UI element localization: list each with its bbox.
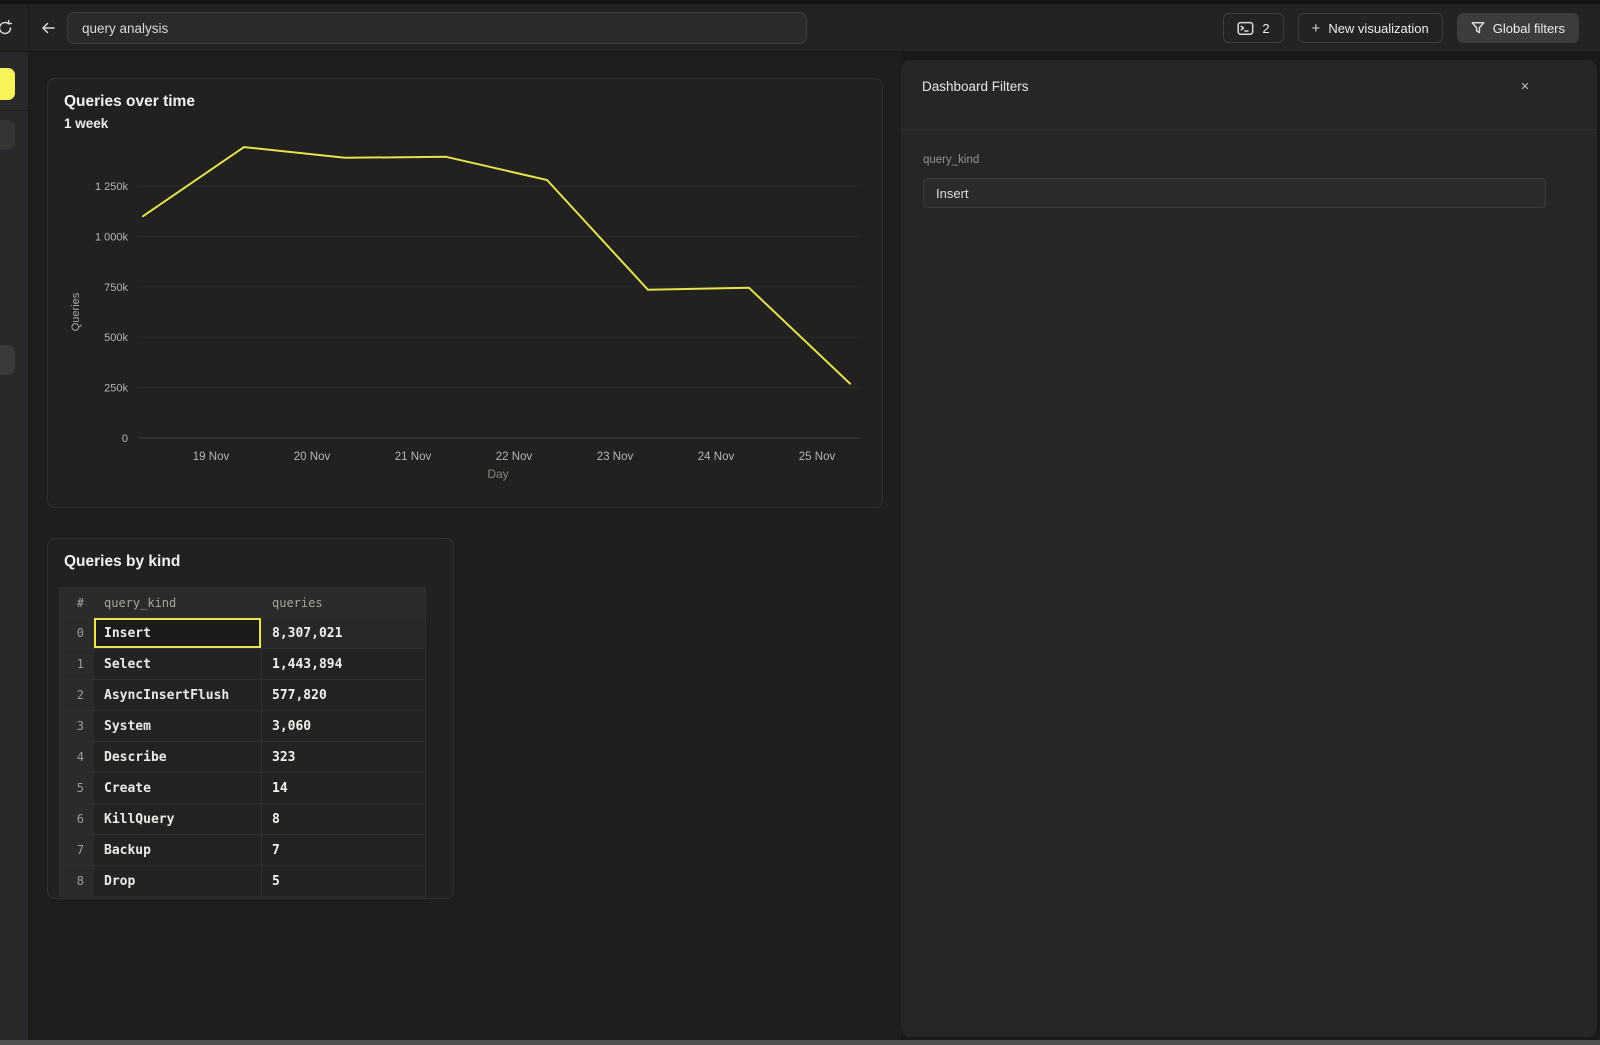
refresh-icon[interactable] (0, 19, 14, 37)
funnel-icon (1471, 21, 1485, 35)
table-row: 3System3,060 (60, 711, 426, 742)
query-kind-cell[interactable]: KillQuery (94, 804, 262, 835)
queries-value-cell: 8,307,021 (262, 618, 426, 649)
row-index-cell: 6 (60, 804, 94, 835)
top-bar: 2 + New visualization Global filters (0, 4, 1600, 52)
queries-value-cell: 8 (262, 804, 426, 835)
row-index-cell: 2 (60, 680, 94, 711)
queries-value-cell: 1,443,894 (262, 649, 426, 680)
row-index-cell: 0 (60, 618, 94, 649)
header-actions: 2 + New visualization Global filters (1223, 13, 1579, 43)
y-axis-title: Queries (70, 292, 82, 331)
row-index-cell: 7 (60, 835, 94, 866)
queries-table: #query_kindqueries 0Insert8,307,0211Sele… (59, 587, 426, 897)
table-row: 2AsyncInsertFlush577,820 (60, 680, 426, 711)
queries-value-cell: 7 (262, 835, 426, 866)
query-kind-cell[interactable]: Describe (94, 742, 262, 773)
queries-chart[interactable]: 0 250k 500k 750k 1 000k 1 250k 19 Nov 20 Nov 21 … (48, 79, 882, 507)
x-axis-title: Day (487, 467, 508, 481)
table-row: 8Drop5 (60, 866, 426, 897)
dashboard-filters-panel: Dashboard Filters ✕ query_kind (901, 60, 1597, 1037)
y-tick-label: 750k (104, 282, 128, 294)
query-kind-cell[interactable]: Backup (94, 835, 262, 866)
table-row: 1Select1,443,894 (60, 649, 426, 680)
table-title: Queries by kind (64, 553, 180, 571)
window-bottom-edge (0, 1040, 1600, 1045)
y-tick-label: 250k (104, 383, 128, 395)
query-kind-cell[interactable]: Create (94, 773, 262, 804)
table-row: 7Backup7 (60, 835, 426, 866)
terminal-icon (1237, 21, 1254, 36)
filter-field-label: query_kind (923, 154, 979, 166)
sidebar-item[interactable] (0, 345, 15, 375)
dashboard-title-input[interactable] (67, 12, 807, 44)
close-icon[interactable]: ✕ (1515, 76, 1535, 96)
global-filters-button[interactable]: Global filters (1457, 13, 1579, 43)
query-kind-cell[interactable]: Drop (94, 866, 262, 897)
queries-value-cell: 323 (262, 742, 426, 773)
y-tick-label: 1 250k (95, 181, 129, 193)
sidebar-item[interactable] (0, 120, 15, 150)
y-tick-label: 1 000k (95, 231, 129, 243)
row-index-cell: 3 (60, 711, 94, 742)
column-header: query_kind (94, 588, 262, 618)
queries-value-cell: 577,820 (262, 680, 426, 711)
query-kind-cell[interactable]: System (94, 711, 262, 742)
new-visualization-label: New visualization (1328, 21, 1428, 36)
column-header: # (60, 588, 94, 618)
query-kind-filter-input[interactable] (923, 178, 1546, 208)
plus-icon: + (1312, 21, 1321, 36)
table-row: 4Describe323 (60, 742, 426, 773)
table-header-row: #query_kindqueries (60, 588, 426, 618)
queries-table-body: 0Insert8,307,0211Select1,443,8942AsyncIn… (60, 618, 426, 897)
x-tick-label: 23 Nov (597, 451, 634, 463)
main-content: Queries over time 1 week 0250k500k750k1 … (29, 52, 901, 1040)
new-visualization-button[interactable]: + New visualization (1298, 13, 1443, 43)
queries-value-cell: 3,060 (262, 711, 426, 742)
query-kind-cell[interactable]: Insert (94, 618, 262, 649)
panel-divider (901, 129, 1597, 130)
x-tick-label: 19 Nov (193, 451, 230, 463)
table-row: 0Insert8,307,021 (60, 618, 426, 649)
x-tick-label: 25 Nov (799, 451, 836, 463)
query-kind-cell[interactable]: AsyncInsertFlush (94, 680, 262, 711)
x-tick-label: 24 Nov (698, 451, 735, 463)
sidebar-item-active[interactable] (0, 68, 15, 100)
row-index-cell: 4 (60, 742, 94, 773)
panel-title: Dashboard Filters (922, 79, 1029, 94)
table-card: Queries by kind #query_kindqueries 0Inse… (47, 538, 454, 899)
row-index-cell: 8 (60, 866, 94, 897)
global-filters-label: Global filters (1493, 21, 1565, 36)
queries-value-cell: 14 (262, 773, 426, 804)
queries-line-series (143, 147, 850, 384)
query-kind-cell[interactable]: Select (94, 649, 262, 680)
table-row: 5Create14 (60, 773, 426, 804)
y-tick-label: 500k (104, 332, 128, 344)
y-tick-label: 0 (122, 433, 128, 445)
column-header: queries (262, 588, 426, 618)
row-index-cell: 5 (60, 773, 94, 804)
table-row: 6KillQuery8 (60, 804, 426, 835)
x-tick-label: 22 Nov (496, 451, 533, 463)
sidebar (0, 52, 28, 1040)
row-index-cell: 1 (60, 649, 94, 680)
x-tick-label: 21 Nov (395, 451, 432, 463)
console-tabs-count: 2 (1262, 21, 1269, 36)
sidebar-divider (0, 110, 28, 111)
x-tick-label: 20 Nov (294, 451, 331, 463)
queries-value-cell: 5 (262, 866, 426, 897)
console-tabs-button[interactable]: 2 (1223, 13, 1283, 43)
back-button[interactable] (38, 18, 58, 38)
chart-card: Queries over time 1 week 0250k500k750k1 … (47, 78, 883, 508)
